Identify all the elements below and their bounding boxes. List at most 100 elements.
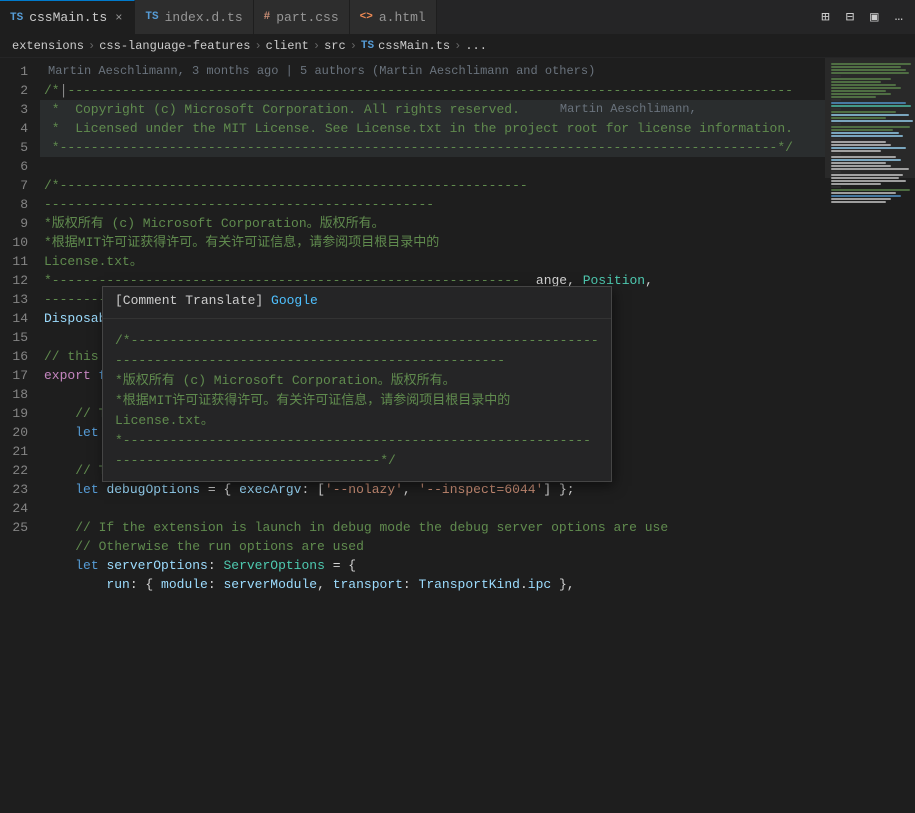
- tab-label-indexD: index.d.ts: [165, 10, 243, 25]
- line-num-9: 9: [8, 214, 28, 233]
- breadcrumb-sep-3: ›: [313, 39, 320, 53]
- line-num-6: 6: [8, 157, 28, 176]
- translate-line-4: *根据MIT许可证获得许可。有关许可证信息，请参阅项目根目录中的: [115, 391, 599, 411]
- code-editor[interactable]: Martin Aeschlimann, 3 months ago | 5 aut…: [40, 58, 825, 810]
- code-line-17-content: [44, 385, 52, 404]
- tab-cssMain[interactable]: TS cssMain.ts ×: [0, 0, 135, 34]
- translate-line-7: ----------------------------------*/: [115, 451, 599, 471]
- tab-label-partCss: part.css: [276, 10, 338, 25]
- line-num-16: 16: [8, 347, 28, 366]
- line-num-25: 25: [8, 518, 28, 537]
- tab-bar: TS cssMain.ts × TS index.d.ts # part.css…: [0, 0, 915, 35]
- line-num-13: 13: [8, 290, 28, 309]
- code-line-26: let serverOptions : ServerOptions = {: [40, 556, 825, 575]
- code-line-6-content: /*--------------------------------------…: [44, 176, 528, 195]
- line-num-17: 17: [8, 366, 28, 385]
- breadcrumb-sep-2: ›: [254, 39, 261, 53]
- line-num-8: 8: [8, 195, 28, 214]
- line-num-24: 24: [8, 499, 28, 518]
- line-num-15: 15: [8, 328, 28, 347]
- split-editor-icon[interactable]: ⊞: [817, 7, 833, 28]
- code-line-5: [40, 157, 825, 176]
- line-num-12: 12: [8, 271, 28, 290]
- tab-icon-ts-indexD: TS: [145, 11, 158, 23]
- code-line-2-content: * Copyright (c) Microsoft Corporation. A…: [44, 100, 520, 119]
- tab-indexD[interactable]: TS index.d.ts: [135, 0, 253, 34]
- toggle-panel-icon[interactable]: ⊟: [842, 7, 858, 28]
- translate-line-2: ----------------------------------------…: [115, 351, 599, 371]
- line-num-3: 3: [8, 100, 28, 119]
- line-num-11: 11: [8, 252, 28, 271]
- code-line-5-content: [44, 157, 52, 176]
- line-num-10: 10: [8, 233, 28, 252]
- blame-info: Martin Aeschlimann, 3 months ago | 5 aut…: [40, 62, 825, 81]
- code-line-10-content: License.txt。: [44, 252, 143, 271]
- breadcrumb-sep-4: ›: [350, 39, 357, 53]
- tab-icon-html-aHtml: <>: [360, 11, 373, 23]
- translate-line-1: /*--------------------------------------…: [115, 331, 599, 351]
- tab-icon-ts-cssMain: TS: [10, 12, 23, 24]
- line-numbers: 1 2 3 4 5 6 7 8 9 10 11 12 13 14 15 16 1…: [0, 58, 40, 810]
- code-line-1-content: /*|-------------------------------------…: [44, 81, 793, 100]
- more-actions-icon[interactable]: …: [891, 7, 907, 27]
- line-num-2: 2: [8, 81, 28, 100]
- translate-divider: [103, 318, 611, 319]
- line-num-23: 23: [8, 480, 28, 499]
- code-line-1: /*|-------------------------------------…: [40, 81, 825, 100]
- code-line-6: /*--------------------------------------…: [40, 176, 825, 195]
- code-line-2: * Copyright (c) Microsoft Corporation. A…: [40, 100, 825, 119]
- tab-bar-actions: ⊞ ⊟ ▣ …: [809, 0, 915, 34]
- blame-text: Martin Aeschlimann, 3 months ago | 5 aut…: [48, 62, 595, 81]
- line-num-21: 21: [8, 442, 28, 461]
- code-line-27: run : { module : serverModule , transpor…: [40, 575, 825, 594]
- code-line-4: *---------------------------------------…: [40, 138, 825, 157]
- line-num-4: 4: [8, 119, 28, 138]
- code-line-23-content: [44, 499, 52, 518]
- minimap: [825, 58, 915, 810]
- code-line-8-content: *版权所有 (c) Microsoft Corporation。版权所有。: [44, 214, 385, 233]
- translate-body: /*--------------------------------------…: [103, 323, 611, 481]
- line-num-1: 1: [8, 62, 28, 81]
- breadcrumb-ts-icon: TS: [361, 40, 374, 52]
- tab-icon-css-partCss: #: [264, 11, 271, 23]
- translate-popup: [Comment Translate] Google /*-----------…: [102, 286, 612, 482]
- line-num-5: 5: [8, 138, 28, 157]
- tab-label-aHtml: a.html: [379, 10, 426, 25]
- editor-container: 1 2 3 4 5 6 7 8 9 10 11 12 13 14 15 16 1…: [0, 58, 915, 810]
- code-line-8: *版权所有 (c) Microsoft Corporation。版权所有。: [40, 214, 825, 233]
- line-num-7: 7: [8, 176, 28, 195]
- line-num-19: 19: [8, 404, 28, 423]
- tab-aHtml[interactable]: <> a.html: [350, 0, 437, 34]
- breadcrumb: extensions › css-language-features › cli…: [0, 35, 915, 58]
- line-num-14: 14: [8, 309, 28, 328]
- inline-blame: Martin Aeschlimann,: [560, 100, 697, 119]
- translate-line-3: *版权所有 (c) Microsoft Corporation。版权所有。: [115, 371, 599, 391]
- code-line-25: // Otherwise the run options are used: [40, 537, 825, 556]
- code-line-24: // If the extension is launch in debug m…: [40, 518, 825, 537]
- code-line-7: ----------------------------------------…: [40, 195, 825, 214]
- minimap-content: [825, 58, 915, 810]
- breadcrumb-sep-5: ›: [454, 39, 461, 53]
- code-line-3-content: * Licensed under the MIT License. See Li…: [44, 119, 793, 138]
- code-line-9: *根据MIT许可证获得许可。有关许可证信息，请参阅项目根目录中的: [40, 233, 825, 252]
- breadcrumb-client[interactable]: client: [266, 39, 309, 53]
- breadcrumb-more[interactable]: ...: [465, 39, 487, 53]
- breadcrumb-file[interactable]: cssMain.ts: [378, 39, 450, 53]
- code-line-14-content: [44, 328, 52, 347]
- code-line-23: [40, 499, 825, 518]
- breadcrumb-css-language-features[interactable]: css-language-features: [99, 39, 250, 53]
- code-line-10: License.txt。: [40, 252, 825, 271]
- breadcrumb-extensions[interactable]: extensions: [12, 39, 84, 53]
- line-num-18: 18: [8, 385, 28, 404]
- layout-icon[interactable]: ▣: [866, 7, 882, 28]
- code-line-4-content: *---------------------------------------…: [44, 138, 793, 157]
- code-line-7-content: ----------------------------------------…: [44, 195, 434, 214]
- breadcrumb-src[interactable]: src: [324, 39, 346, 53]
- line-num-22: 22: [8, 461, 28, 480]
- translate-google-link[interactable]: Google: [271, 293, 318, 308]
- tab-close-cssMain[interactable]: ×: [113, 9, 124, 27]
- translate-line-6: *---------------------------------------…: [115, 431, 599, 451]
- tab-partCss[interactable]: # part.css: [254, 0, 350, 34]
- code-kw-export: export: [44, 366, 91, 385]
- code-line-22: let debugOptions = { execArgv : [ '--nol…: [40, 480, 825, 499]
